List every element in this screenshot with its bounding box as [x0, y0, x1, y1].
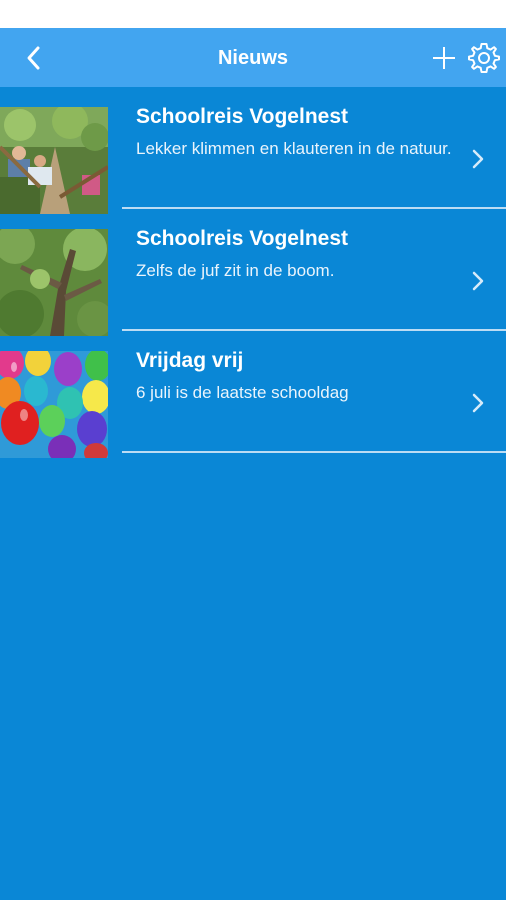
navigation-bar: Nieuws	[0, 28, 506, 87]
list-item[interactable]: Vrijdag vrij 6 juli is de laatste school…	[0, 331, 506, 458]
news-thumbnail	[0, 107, 108, 214]
divider	[122, 451, 506, 453]
list-item[interactable]: Schoolreis Vogelnest Lekker klimmen en k…	[0, 87, 506, 214]
news-list: Schoolreis Vogelnest Lekker klimmen en k…	[0, 87, 506, 458]
chevron-left-icon	[27, 46, 40, 70]
news-title: Schoolreis Vogelnest	[136, 227, 348, 250]
children-climbing-photo	[0, 107, 108, 214]
news-title: Vrijdag vrij	[136, 349, 244, 372]
news-thumbnail	[0, 229, 108, 336]
add-button[interactable]	[428, 42, 460, 74]
status-bar	[0, 0, 506, 28]
back-button[interactable]	[16, 40, 52, 76]
gear-icon	[468, 43, 500, 73]
news-subtitle: 6 juli is de laatste schooldag	[136, 383, 349, 402]
news-subtitle: Zelfs de juf zit in de boom.	[136, 261, 335, 280]
news-subtitle: Lekker klimmen en klauteren in de natuur…	[136, 139, 452, 158]
tree-photo	[0, 229, 108, 336]
list-item[interactable]: Schoolreis Vogelnest Zelfs de juf zit in…	[0, 209, 506, 336]
chevron-right-icon	[468, 147, 488, 171]
plus-icon	[433, 47, 455, 69]
news-title: Schoolreis Vogelnest	[136, 105, 348, 128]
settings-button[interactable]	[466, 40, 502, 76]
chevron-right-icon	[468, 391, 488, 415]
chevron-right-icon	[468, 269, 488, 293]
balloons-photo	[0, 351, 108, 458]
news-thumbnail	[0, 351, 108, 458]
